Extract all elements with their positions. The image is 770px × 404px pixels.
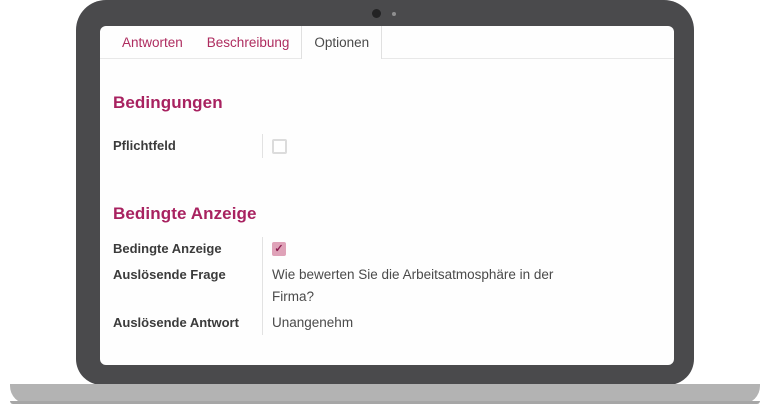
field-label-ausloesende-frage: Auslösende Frage bbox=[113, 262, 262, 310]
field-value-triggering-answer[interactable]: Unangenehm bbox=[262, 310, 577, 336]
laptop-screen: Antworten Beschreibung Optionen Bedingun… bbox=[100, 26, 674, 365]
field-label-ausloesende-antwort: Auslösende Antwort bbox=[113, 310, 262, 336]
checkmark-icon: ✓ bbox=[274, 242, 283, 256]
mandatory-checkbox[interactable] bbox=[272, 139, 287, 154]
section-title-conditions: Bedingungen bbox=[113, 93, 661, 113]
field-label-pflichtfeld: Pflichtfeld bbox=[113, 133, 262, 159]
field-value-triggering-question[interactable]: Wie bewerten Sie die Arbeitsatmosphäre i… bbox=[262, 262, 577, 310]
tab-optionen[interactable]: Optionen bbox=[301, 26, 382, 59]
tab-antworten[interactable]: Antworten bbox=[110, 26, 195, 58]
conditional-display-checkbox[interactable]: ✓ bbox=[272, 242, 286, 256]
tab-beschreibung[interactable]: Beschreibung bbox=[195, 26, 302, 58]
camera-indicator-dot bbox=[392, 12, 396, 16]
conditions-field-group: Pflichtfeld bbox=[113, 133, 661, 159]
field-value-pflichtfeld bbox=[262, 133, 577, 159]
field-label-bedingte-anzeige: Bedingte Anzeige bbox=[113, 236, 262, 262]
webcam-icon bbox=[372, 9, 381, 18]
tab-bar: Antworten Beschreibung Optionen bbox=[100, 26, 674, 59]
section-title-conditional-display: Bedingte Anzeige bbox=[113, 204, 661, 224]
tab-panel-options: Bedingungen Pflichtfeld Bedingte Anzeige… bbox=[100, 93, 674, 336]
field-value-bedingte-anzeige: ✓ bbox=[262, 236, 577, 262]
laptop-base bbox=[10, 384, 760, 404]
conditional-display-field-group: Bedingte Anzeige ✓ Auslösende Frage Wie … bbox=[113, 236, 661, 336]
page: Antworten Beschreibung Optionen Bedingun… bbox=[0, 0, 770, 404]
